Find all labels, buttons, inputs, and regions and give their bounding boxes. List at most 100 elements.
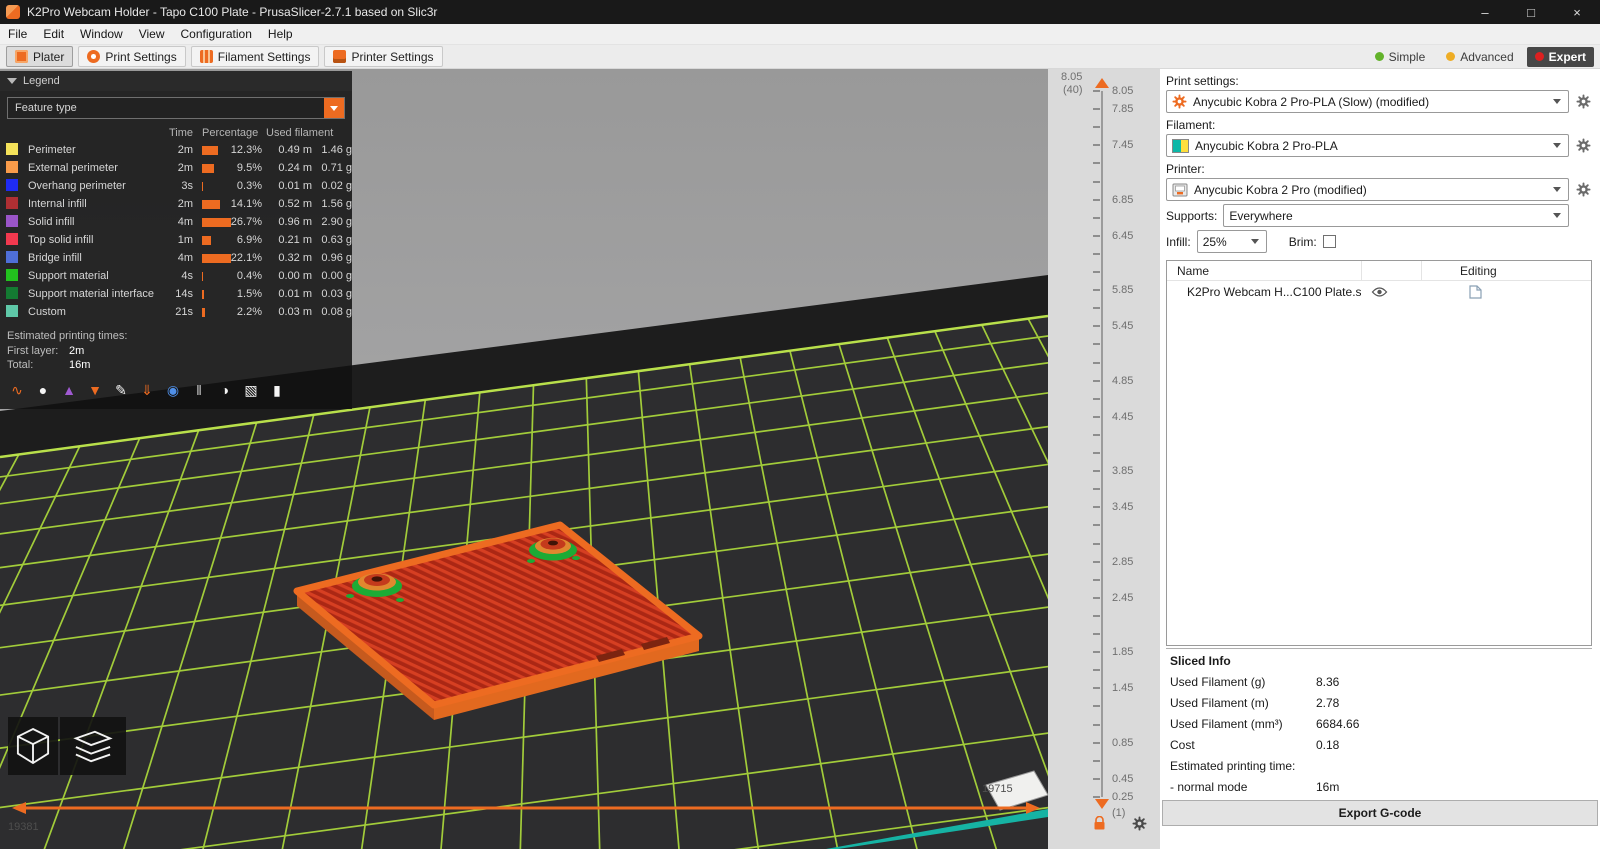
settings-sidebar: Print settings: Anycubic Kobra 2 Pro-PLA… [1160, 69, 1600, 849]
isometric-view-button[interactable] [8, 717, 58, 775]
print-settings-select[interactable]: Anycubic Kobra 2 Pro-PLA (Slow) (modifie… [1166, 90, 1569, 113]
menubar-item[interactable]: Window [72, 24, 131, 44]
travel-moves-icon[interactable]: ∿ [8, 381, 26, 399]
tab-print-settings[interactable]: Print Settings [78, 46, 186, 67]
slider-settings-gear-icon[interactable] [1132, 816, 1147, 834]
legend-feature-row[interactable]: Support material 4s 0.4% 0.00 m 0.00 g [0, 267, 352, 285]
sliced-info-row: Used Filament (g) 8.36 [1168, 672, 1590, 693]
feature-label: Perimeter [28, 144, 76, 156]
legend-collapse-header[interactable]: Legend [0, 71, 352, 91]
feature-percentage: 1.5% [236, 288, 262, 300]
slider-left-handle[interactable] [12, 802, 26, 814]
legend-feature-row[interactable]: Perimeter 2m 12.3% 0.49 m 1.46 g [0, 141, 352, 159]
supports-select[interactable]: Everywhere [1223, 204, 1569, 227]
editing-page-icon[interactable] [1421, 285, 1591, 299]
feature-time: 1m [177, 234, 193, 246]
percentage-bar [202, 307, 205, 317]
layer-slider-column[interactable]: 8.05 (40) 8.05 7.85 7.45 6.85 6.45 5.85 5.45 4.… [1048, 69, 1160, 849]
object-row[interactable]: K2Pro Webcam H...C100 Plate.stl [1167, 281, 1591, 303]
legend-feature-row[interactable]: Overhang perimeter 3s 0.3% 0.01 m 0.02 g [0, 177, 352, 195]
print-settings-gear-icon[interactable] [1574, 94, 1592, 109]
legend-rows: Perimeter 2m 12.3% 0.49 m 1.46 g Externa… [0, 141, 352, 321]
legend-feature-row[interactable]: Solid infill 4m 26.7% 0.96 m 2.90 g [0, 213, 352, 231]
dropdown-arrow-button[interactable] [324, 98, 344, 118]
feature-filament-g: 0.96 g [321, 252, 352, 264]
mode-label: Simple [1388, 49, 1426, 64]
tab-plater[interactable]: Plater [6, 46, 74, 67]
feature-filament-g: 1.56 g [321, 198, 352, 210]
mode-expert[interactable]: Expert [1526, 46, 1594, 67]
layer-slider-upper-handle[interactable] [1095, 78, 1109, 88]
seams-icon[interactable]: ▼ [86, 381, 104, 399]
tool-marker-icon[interactable]: ▮ [268, 381, 286, 399]
mode-advanced[interactable]: Advanced [1438, 47, 1521, 67]
feature-color-swatch [6, 160, 18, 173]
menubar-item[interactable]: Help [260, 24, 301, 44]
print-settings-value: Anycubic Kobra 2 Pro-PLA (Slow) (modifie… [1193, 94, 1430, 109]
menubar-item[interactable]: Edit [35, 24, 72, 44]
legend-feature-row[interactable]: Internal infill 2m 14.1% 0.52 m 1.56 g [0, 195, 352, 213]
legend-feature-row[interactable]: External perimeter 2m 9.5% 0.24 m 0.71 g [0, 159, 352, 177]
app-icon [6, 5, 20, 19]
toolpath-cube-icon[interactable]: ▧ [242, 381, 260, 399]
printer-select[interactable]: Anycubic Kobra 2 Pro (modified) [1166, 178, 1569, 201]
export-gcode-button[interactable]: Export G-code [1162, 800, 1598, 826]
lock-icon[interactable] [1093, 815, 1106, 834]
filament-select[interactable]: Anycubic Kobra 2 Pro-PLA [1166, 134, 1569, 157]
legend-feature-row[interactable]: Support material interface 14s 1.5% 0.01… [0, 285, 352, 303]
percentage-bar [202, 181, 203, 191]
printer-gear-icon[interactable] [1574, 182, 1592, 197]
color-changes-icon[interactable]: ⇓ [138, 381, 156, 399]
first-layer-time: First layer: 2m [7, 345, 85, 357]
feature-time: 2m [177, 144, 193, 156]
feature-color-swatch [6, 250, 18, 263]
mode-simple[interactable]: Simple [1367, 47, 1434, 67]
tab-printer-settings[interactable]: Printer Settings [324, 46, 443, 67]
brim-checkbox[interactable] [1322, 235, 1336, 248]
tabbar: Plater Print Settings Filament Settings … [0, 45, 1600, 69]
visibility-eye-icon[interactable] [1361, 286, 1421, 298]
3d-viewport[interactable]: Legend Feature type Time Percentage Used… [0, 69, 1048, 849]
hslider-max-value: 19715 [982, 783, 1013, 795]
menubar: File Edit Window View Configuration Help [0, 24, 1600, 45]
legend-feature-row[interactable]: Bridge infill 4m 22.1% 0.32 m 0.96 g [0, 249, 352, 267]
feature-filament-g: 0.03 g [321, 288, 352, 300]
close-button[interactable]: × [1554, 0, 1600, 24]
menubar-item[interactable]: Configuration [173, 24, 260, 44]
feature-filament-g: 0.08 g [321, 306, 352, 318]
menubar-item[interactable]: View [131, 24, 173, 44]
feature-label: Support material interface [28, 288, 154, 300]
feature-color-swatch [6, 286, 18, 299]
sliced-info-title: Sliced Info [1170, 654, 1231, 668]
pause-prints-icon[interactable]: ◉ [164, 381, 182, 399]
legend-feature-row[interactable]: Top solid infill 1m 6.9% 0.21 m 0.63 g [0, 231, 352, 249]
feature-filament-m: 0.03 m [278, 306, 312, 318]
minimize-button[interactable]: – [1462, 0, 1508, 24]
layer-slider-lower-handle[interactable] [1095, 799, 1109, 809]
horizontal-range-slider[interactable] [10, 801, 1042, 815]
tab-filament-settings[interactable]: Filament Settings [190, 46, 320, 67]
shells-icon[interactable]: ◑ [216, 381, 234, 399]
maximize-button[interactable]: □ [1508, 0, 1554, 24]
tab-icon [15, 50, 28, 63]
cube-icon [16, 727, 50, 765]
view-type-select[interactable]: Feature type [7, 97, 345, 119]
feature-time: 4m [177, 252, 193, 264]
feature-color-swatch [6, 214, 18, 227]
slider-right-handle[interactable] [1026, 802, 1040, 814]
chevron-down-icon [1553, 143, 1561, 148]
sliced-info-label: Used Filament (mm³) [1170, 717, 1283, 731]
layers-view-button[interactable] [60, 717, 126, 775]
feature-color-swatch [6, 304, 18, 317]
filament-gear-icon[interactable] [1574, 138, 1592, 153]
layer-slider-track[interactable] [1101, 91, 1103, 797]
deretractions-icon[interactable]: ▲ [60, 381, 78, 399]
infill-select[interactable]: 25% [1196, 230, 1267, 253]
feature-filament-g: 0.63 g [321, 234, 352, 246]
menubar-item[interactable]: File [0, 24, 35, 44]
retractions-icon[interactable]: ● [34, 381, 52, 399]
custom-gcodes-icon[interactable]: ‖ [190, 381, 208, 399]
hslider-min-value: 19381 [8, 821, 39, 833]
legend-feature-row[interactable]: Custom 21s 2.2% 0.03 m 0.08 g [0, 303, 352, 321]
tool-changes-icon[interactable]: ✎ [112, 381, 130, 399]
